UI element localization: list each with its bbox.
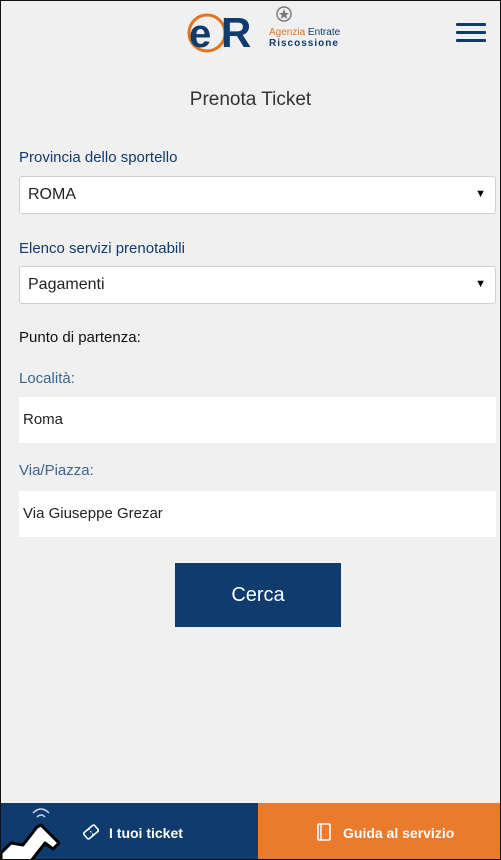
provincia-label: Provincia dello sportello bbox=[19, 149, 178, 166]
logo-text-line2: Riscossione bbox=[269, 38, 339, 49]
via-label: Via/Piazza: bbox=[19, 462, 94, 479]
agenzia-entrate-riscossione-logo[interactable]: e R Agenzia Entrate Riscossione bbox=[185, 5, 340, 61]
guide-book-icon bbox=[317, 823, 331, 841]
svg-text:e: e bbox=[189, 12, 211, 55]
cerca-button[interactable]: Cerca bbox=[175, 563, 341, 627]
tab-guida-al-servizio-label: Guida al servizio bbox=[343, 825, 455, 841]
tab-i-tuoi-ticket-label: I tuoi ticket bbox=[109, 825, 183, 841]
localita-label: Località: bbox=[19, 370, 75, 387]
punto-partenza-heading: Punto di partenza: bbox=[19, 329, 141, 346]
localita-input[interactable]: Roma bbox=[19, 397, 496, 443]
via-input-value: Via Giuseppe Grezar bbox=[23, 505, 163, 522]
dropdown-arrow-icon: ▼ bbox=[475, 278, 486, 290]
servizi-label: Elenco servizi prenotabili bbox=[19, 240, 185, 257]
page-title: Prenota Ticket bbox=[189, 89, 312, 110]
dropdown-arrow-icon: ▼ bbox=[475, 188, 486, 200]
localita-input-value: Roma bbox=[23, 411, 64, 428]
hamburger-menu-icon[interactable] bbox=[456, 23, 486, 43]
via-input[interactable]: Via Giuseppe Grezar bbox=[19, 491, 496, 537]
servizi-select-value: Pagamenti bbox=[28, 276, 105, 293]
italian-emblem-icon bbox=[276, 6, 292, 22]
app-header: e R Agenzia Entrate Riscossione bbox=[1, 1, 500, 67]
tab-guida-al-servizio[interactable]: Guida al servizio bbox=[258, 803, 500, 859]
provincia-select[interactable]: ROMA ▼ bbox=[19, 176, 496, 214]
ticket-icon bbox=[82, 824, 100, 840]
hand-pointer-icon bbox=[1, 808, 61, 859]
logo-text-line1: Agenzia Entrate bbox=[269, 27, 341, 38]
aer-logo-icon: e R bbox=[187, 9, 251, 55]
provincia-select-value: ROMA bbox=[28, 186, 76, 203]
app-frame: e R Agenzia Entrate Riscossione Prenota … bbox=[0, 0, 501, 860]
servizi-select[interactable]: Pagamenti ▼ bbox=[19, 266, 496, 304]
svg-text:R: R bbox=[221, 9, 251, 55]
